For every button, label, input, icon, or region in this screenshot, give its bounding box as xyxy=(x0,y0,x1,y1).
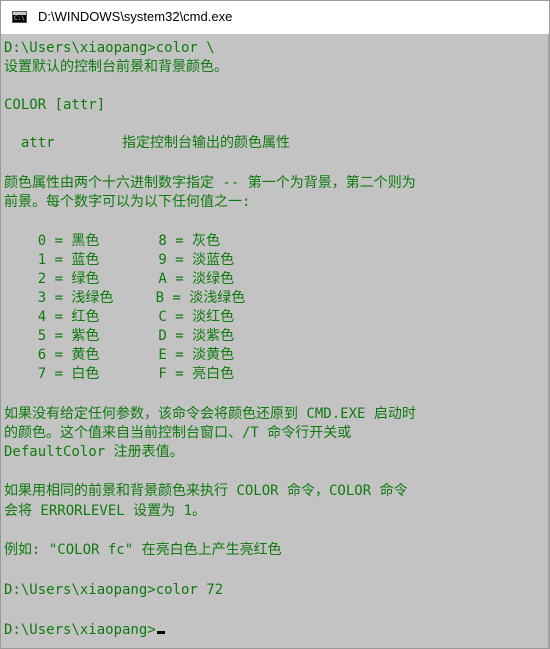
cmd-app-icon[interactable]: C:\ xyxy=(12,11,27,23)
cmd-icon-glyph: C:\ xyxy=(14,15,25,22)
color-table-row: 7 = 白色 F = 亮白色 xyxy=(4,366,235,382)
console-line: 会将 ERRORLEVEL 设置为 1。 xyxy=(4,503,207,519)
color-table-row: 3 = 浅绿色 B = 淡浅绿色 xyxy=(4,290,246,306)
console-line: 例如: "COLOR fc" 在亮白色上产生亮红色 xyxy=(4,542,282,558)
text-cursor xyxy=(156,631,165,634)
console-line: 颜色属性由两个十六进制数字指定 -- 第一个为背景，第二个则为 xyxy=(4,175,416,191)
prompt-line: D:\Users\xiaopang>color 72 xyxy=(4,582,224,598)
console-output[interactable]: D:\Users\xiaopang>color \ 设置默认的控制台前景和背景颜… xyxy=(1,34,549,648)
window-right-edge xyxy=(548,34,549,648)
console-line: COLOR [attr] xyxy=(4,97,106,113)
current-prompt-line[interactable]: D:\Users\xiaopang> xyxy=(4,621,165,639)
color-table-row: 1 = 蓝色 9 = 淡蓝色 xyxy=(4,252,235,268)
console-line: 如果没有给定任何参数，该命令会将颜色还原到 CMD.EXE 启动时 xyxy=(4,406,416,422)
color-table-row: 5 = 紫色 D = 淡紫色 xyxy=(4,328,235,344)
window-title: D:\WINDOWS\system32\cmd.exe xyxy=(38,9,233,24)
console-line: D:\Users\xiaopang>color \ xyxy=(4,40,215,56)
color-table-row: 0 = 黑色 8 = 灰色 xyxy=(4,233,221,249)
console-line: DefaultColor 注册表值。 xyxy=(4,444,184,460)
console-line: 前景。每个数字可以为以下任何值之一: xyxy=(4,194,251,210)
current-prompt: D:\Users\xiaopang> xyxy=(4,622,156,638)
color-table-row: 2 = 绿色 A = 淡绿色 xyxy=(4,271,235,287)
console-line: 设置默认的控制台前景和背景颜色。 xyxy=(4,59,228,75)
color-table-row: 4 = 红色 C = 淡红色 xyxy=(4,309,235,325)
console-line: 如果用相同的前景和背景颜色来执行 COLOR 命令，COLOR 命令 xyxy=(4,483,408,499)
cmd-window: C:\ D:\WINDOWS\system32\cmd.exe D:\Users… xyxy=(0,0,550,649)
color-table-row: 6 = 黄色 E = 淡黄色 xyxy=(4,347,235,363)
console-line: attr 指定控制台输出的颜色属性 xyxy=(4,135,291,151)
title-bar[interactable]: C:\ D:\WINDOWS\system32\cmd.exe xyxy=(1,1,549,34)
console-line: 的颜色。这个值来自当前控制台窗口、/T 命令行开关或 xyxy=(4,425,352,441)
